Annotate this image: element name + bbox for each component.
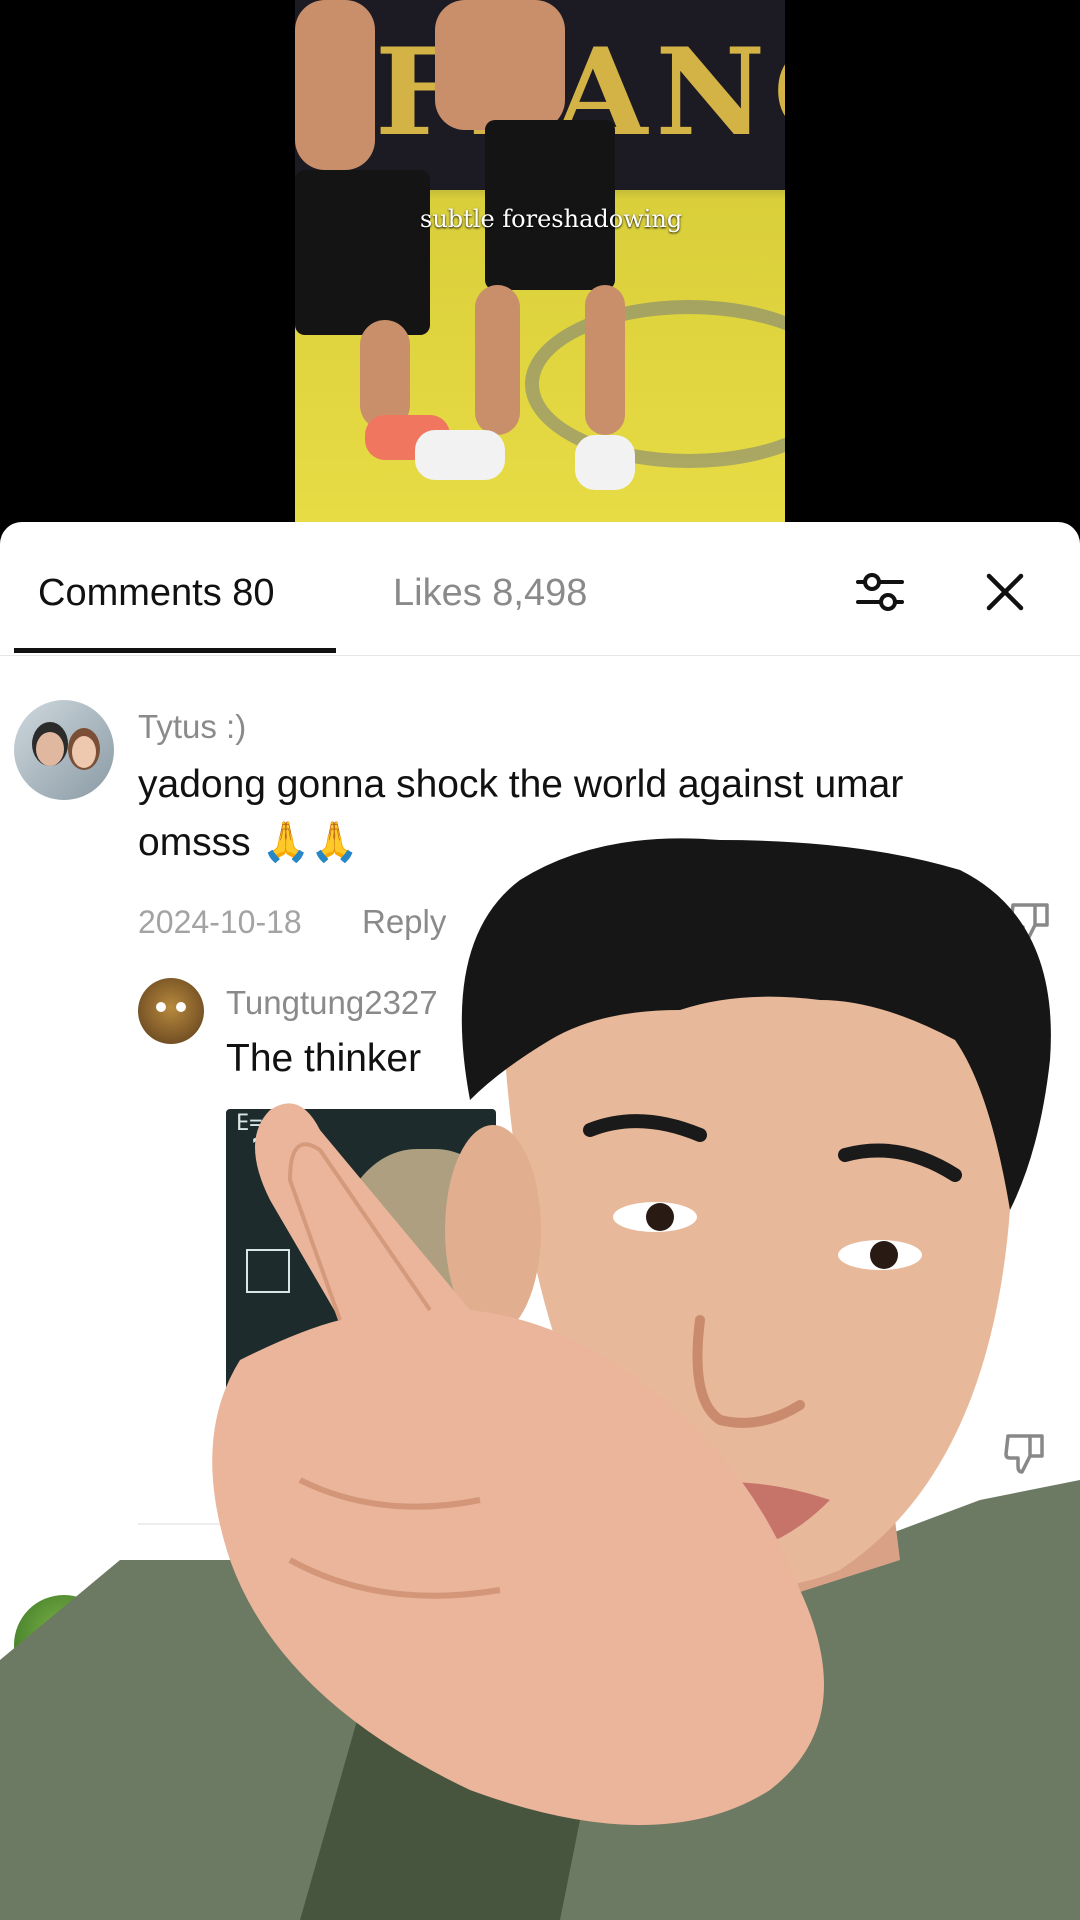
fighter-right-shoe2 [575, 435, 635, 490]
fighter-right-torso [435, 0, 565, 130]
comment-username[interactable]: Tytus :) [138, 708, 246, 746]
video-caption: subtle foreshadowing [420, 205, 683, 233]
dislike-icon[interactable] [1000, 1428, 1050, 1478]
comment-text-line2: omsss 🙏🙏 [138, 821, 359, 864]
tab-likes[interactable]: Likes 8,498 [393, 572, 587, 615]
fighter-left-shorts [295, 170, 430, 335]
comments-sheet: Comments 80 Likes 8,498 Tytus :) yadong … [0, 522, 1080, 1920]
tab-bar: Comments 80 Likes 8,498 [0, 522, 1080, 656]
fighter-left-leg [360, 320, 410, 430]
reply-image[interactable]: E=mc² ? [226, 1109, 496, 1406]
comment-text-line1: yadong gonna shock the world against uma… [138, 763, 904, 806]
fighter-right-leg1 [475, 285, 520, 435]
reply-avatar[interactable] [138, 978, 204, 1044]
tab-comments[interactable]: Comments 80 [38, 572, 275, 615]
tab-underline [14, 648, 336, 653]
reply-username[interactable]: Tungtung2327 [226, 984, 438, 1022]
filter-icon[interactable] [850, 562, 910, 622]
fighter-right-shoe1 [415, 430, 505, 480]
close-icon[interactable] [975, 562, 1035, 622]
comment-date: 2024-10-18 [138, 904, 302, 940]
fighter-right-leg2 [585, 285, 625, 435]
reply-button[interactable]: Reply [362, 903, 446, 941]
video-player[interactable]: FFANC subtle foreshadowing [0, 0, 1080, 525]
reply-text: The thinker [226, 1037, 422, 1080]
avatar[interactable] [14, 1595, 114, 1695]
divider [138, 1523, 348, 1525]
meme-question-mark: ? [248, 1129, 275, 1180]
mat-logo [525, 300, 785, 468]
fighter-left-torso [295, 0, 375, 170]
avatar[interactable] [14, 700, 114, 800]
dislike-icon[interactable] [1005, 897, 1055, 947]
video-frame: FFANC [295, 0, 785, 525]
